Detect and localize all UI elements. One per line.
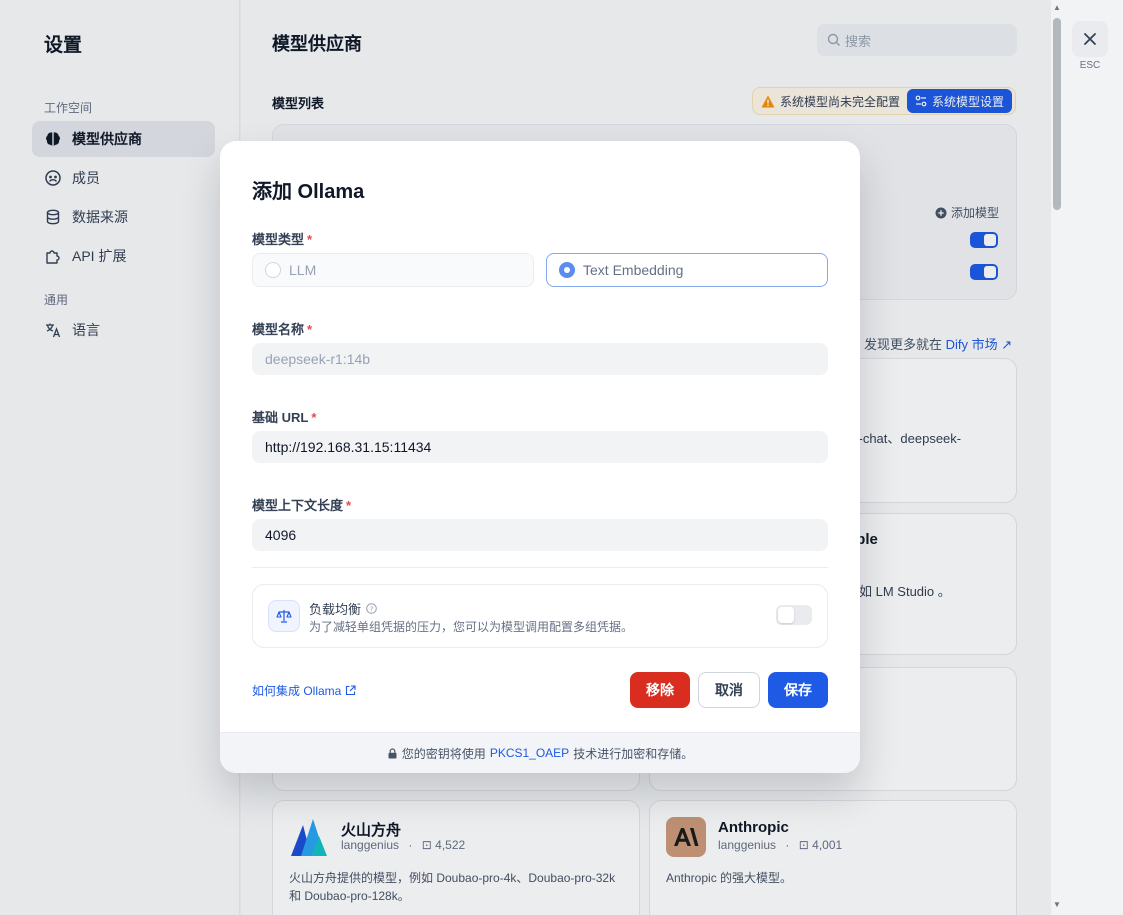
load-balancing-card: 负载均衡 ? 为了减轻单组凭据的压力，您可以为模型调用配置多组凭据。 xyxy=(252,584,828,648)
radio-checked-icon xyxy=(559,262,575,278)
required-mark: * xyxy=(307,232,313,247)
how-to-integrate-ollama-link[interactable]: 如何集成 Ollama xyxy=(252,682,356,699)
esc-hint: ESC xyxy=(1079,60,1101,71)
load-balancing-toggle[interactable] xyxy=(776,605,812,625)
model-name-field[interactable] xyxy=(252,343,828,375)
base-url-label-text: 基础 URL xyxy=(252,410,309,425)
option-llm-label: LLM xyxy=(289,262,317,278)
context-length-label-text: 模型上下文长度 xyxy=(252,498,344,513)
required-mark: * xyxy=(346,498,352,513)
required-mark: * xyxy=(307,322,313,337)
help-circle-icon[interactable]: ? xyxy=(366,603,377,614)
load-balancing-title-text: 负载均衡 xyxy=(309,602,362,617)
save-button[interactable]: 保存 xyxy=(768,672,828,708)
radio-unchecked-icon xyxy=(265,262,281,278)
lock-icon xyxy=(387,747,398,759)
option-embedding-label: Text Embedding xyxy=(583,262,684,278)
context-length-label: 模型上下文长度 * xyxy=(252,495,351,514)
model-type-option-text-embedding[interactable]: Text Embedding xyxy=(546,253,828,287)
base-url-label: 基础 URL * xyxy=(252,407,316,426)
balance-scale-icon xyxy=(268,600,300,632)
scroll-down-arrow-icon[interactable]: ▼ xyxy=(1052,900,1062,910)
base-url-field[interactable] xyxy=(252,431,828,463)
cancel-button[interactable]: 取消 xyxy=(698,672,760,708)
divider xyxy=(252,567,828,568)
model-name-label-text: 模型名称 xyxy=(252,322,305,337)
add-ollama-dialog: 添加 Ollama 模型类型 * LLM Text Embedding 模型名称 *… xyxy=(220,141,860,773)
help-link-text: 如何集成 Ollama xyxy=(252,684,342,698)
footer-highlight: PKCS1_OAEP xyxy=(489,746,570,760)
model-type-option-llm[interactable]: LLM xyxy=(252,253,534,287)
svg-text:?: ? xyxy=(370,605,374,613)
scroll-up-arrow-icon[interactable]: ▲ xyxy=(1052,3,1062,13)
required-mark: * xyxy=(311,410,317,425)
close-settings-button[interactable] xyxy=(1072,21,1108,57)
page-scrollbar[interactable]: ▲ ▼ xyxy=(1051,0,1063,915)
footer-prefix: 您的密钥将使用 xyxy=(401,746,486,761)
close-icon xyxy=(1083,32,1097,46)
load-balancing-title: 负载均衡 ? xyxy=(309,599,377,618)
remove-button[interactable]: 移除 xyxy=(630,672,690,708)
encryption-notice: 您的密钥将使用 PKCS1_OAEP 技术进行加密和存储。 xyxy=(220,732,860,773)
context-length-field[interactable] xyxy=(252,519,828,551)
scrollbar-thumb[interactable] xyxy=(1053,18,1061,210)
model-name-label: 模型名称 * xyxy=(252,319,312,338)
model-type-label: 模型类型 * xyxy=(252,229,312,248)
dialog-title: 添加 Ollama xyxy=(252,181,365,203)
model-type-label-text: 模型类型 xyxy=(252,232,305,247)
external-link-icon xyxy=(345,685,356,696)
load-balancing-description: 为了减轻单组凭据的压力，您可以为模型调用配置多组凭据。 xyxy=(309,620,634,634)
footer-suffix: 技术进行加密和存储。 xyxy=(573,746,694,761)
